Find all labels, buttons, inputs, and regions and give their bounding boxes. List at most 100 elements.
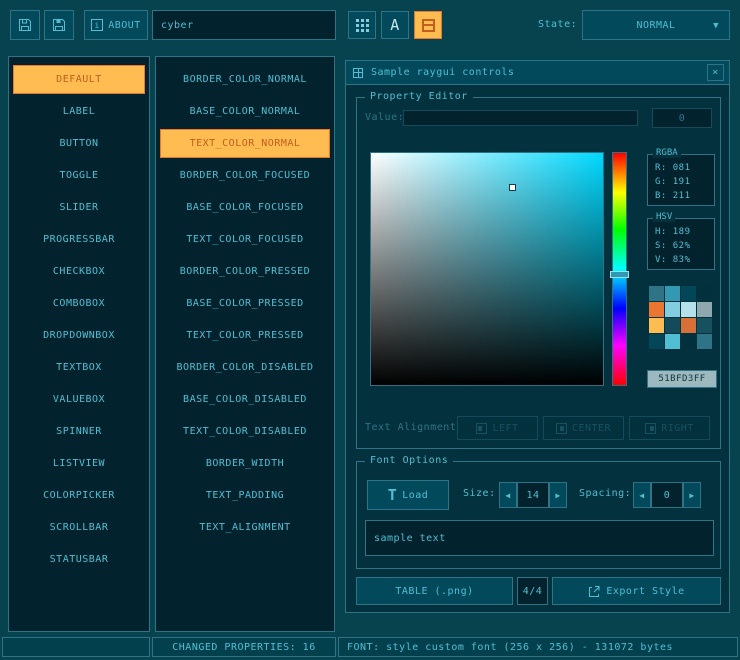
hue-bar[interactable] — [612, 152, 627, 386]
palette-swatch[interactable] — [681, 334, 696, 349]
page-indicator: 4/4 — [517, 577, 548, 605]
controls-item-valuebox[interactable]: VALUEBOX — [13, 385, 145, 414]
load-style-button[interactable] — [10, 10, 40, 40]
property-item-border-color-normal[interactable]: BORDER_COLOR_NORMAL — [160, 65, 330, 94]
save-style-button[interactable] — [44, 10, 74, 40]
statusbar-left — [2, 637, 150, 657]
property-item-text-alignment[interactable]: TEXT_ALIGNMENT — [160, 513, 330, 542]
align-left-label: LEFT — [492, 423, 518, 434]
controls-item-button[interactable]: BUTTON — [13, 129, 145, 158]
property-item-text-padding[interactable]: TEXT_PADDING — [160, 481, 330, 510]
palette-swatch[interactable] — [665, 302, 680, 317]
property-item-text-color-focused[interactable]: TEXT_COLOR_FOCUSED — [160, 225, 330, 254]
value-box[interactable]: 0 — [652, 108, 712, 128]
export-style-button[interactable]: Export Style — [552, 577, 721, 605]
property-item-border-color-focused[interactable]: BORDER_COLOR_FOCUSED — [160, 161, 330, 190]
property-item-border-color-pressed[interactable]: BORDER_COLOR_PRESSED — [160, 257, 330, 286]
hex-value-box[interactable]: 51BFD3FF — [647, 370, 717, 388]
rgba-group: RGBA R: 081 G: 191 B: 211 — [647, 154, 715, 206]
align-center-label: CENTER — [572, 423, 611, 434]
about-button-label: ABOUT — [108, 20, 141, 31]
size-decrease-button[interactable]: ◀ — [499, 482, 517, 508]
hsv-v-value: V: 83% — [648, 253, 714, 267]
palette-swatch[interactable] — [681, 286, 696, 301]
palette-swatch[interactable] — [697, 302, 712, 317]
rgba-g-value: G: 191 — [648, 175, 714, 189]
rgba-b-value: B: 211 — [648, 189, 714, 203]
property-item-base-color-focused[interactable]: BASE_COLOR_FOCUSED — [160, 193, 330, 222]
floppy-open-icon — [17, 17, 33, 33]
palette-swatch[interactable] — [681, 302, 696, 317]
align-left-button[interactable]: LEFT — [457, 416, 538, 440]
font-options-group: Font Options T Load Size: ◀ 14 ▶ Spacing… — [356, 461, 721, 569]
controls-item-statusbar[interactable]: STATUSBAR — [13, 545, 145, 574]
palette-swatch[interactable] — [681, 318, 696, 333]
align-right-button[interactable]: RIGHT — [629, 416, 710, 440]
color-gradient[interactable] — [370, 152, 604, 386]
grid-icon — [356, 19, 369, 32]
palette-swatch[interactable] — [665, 318, 680, 333]
window-close-button[interactable]: × — [707, 64, 724, 81]
palette-swatch[interactable] — [697, 318, 712, 333]
controls-item-listview[interactable]: LISTVIEW — [13, 449, 145, 478]
controls-item-checkbox[interactable]: CHECKBOX — [13, 257, 145, 286]
palette-swatch[interactable] — [697, 286, 712, 301]
style-table-icon — [422, 19, 435, 32]
controls-item-combobox[interactable]: COMBOBOX — [13, 289, 145, 318]
style-table-button[interactable] — [414, 11, 442, 39]
controls-item-scrollbar[interactable]: SCROLLBAR — [13, 513, 145, 542]
controls-item-spinner[interactable]: SPINNER — [13, 417, 145, 446]
controls-item-slider[interactable]: SLIDER — [13, 193, 145, 222]
controls-item-label[interactable]: LABEL — [13, 97, 145, 126]
font-options-title: Font Options — [365, 455, 453, 466]
export-style-label: Export Style — [606, 586, 684, 597]
style-palette — [649, 286, 713, 349]
color-selector[interactable] — [509, 184, 516, 191]
palette-swatch[interactable] — [649, 286, 664, 301]
palette-swatch[interactable] — [649, 318, 664, 333]
controls-item-textbox[interactable]: TEXTBOX — [13, 353, 145, 382]
font-atlas-button[interactable]: A — [381, 11, 409, 39]
sample-text-input[interactable] — [365, 520, 714, 556]
rguistyler-window: i ABOUT A State: NORMAL ▼ DEFAULT LABEL … — [0, 0, 740, 660]
property-item-text-color-normal[interactable]: TEXT_COLOR_NORMAL — [160, 129, 330, 158]
property-item-base-color-pressed[interactable]: BASE_COLOR_PRESSED — [160, 289, 330, 318]
controls-view-button[interactable] — [348, 11, 376, 39]
value-label: Value: — [365, 112, 404, 123]
palette-swatch[interactable] — [649, 302, 664, 317]
font-load-button[interactable]: T Load — [367, 480, 449, 510]
palette-swatch[interactable] — [665, 286, 680, 301]
property-item-border-width[interactable]: BORDER_WIDTH — [160, 449, 330, 478]
state-dropdown[interactable]: NORMAL ▼ — [582, 10, 730, 40]
style-name-input[interactable] — [152, 10, 336, 40]
controls-item-colorpicker[interactable]: COLORPICKER — [13, 481, 145, 510]
palette-swatch[interactable] — [665, 334, 680, 349]
spacing-value-box[interactable]: 0 — [651, 482, 683, 508]
property-item-base-color-disabled[interactable]: BASE_COLOR_DISABLED — [160, 385, 330, 414]
property-item-border-color-disabled[interactable]: BORDER_COLOR_DISABLED — [160, 353, 330, 382]
spacing-increase-button[interactable]: ▶ — [683, 482, 701, 508]
property-item-text-color-disabled[interactable]: TEXT_COLOR_DISABLED — [160, 417, 330, 446]
hue-handle[interactable] — [610, 271, 629, 278]
controls-item-toggle[interactable]: TOGGLE — [13, 161, 145, 190]
align-center-icon — [556, 423, 567, 434]
value-slider[interactable] — [403, 110, 638, 126]
property-item-base-color-normal[interactable]: BASE_COLOR_NORMAL — [160, 97, 330, 126]
controls-item-default[interactable]: DEFAULT — [13, 65, 145, 94]
spacing-decrease-button[interactable]: ◀ — [633, 482, 651, 508]
palette-swatch[interactable] — [649, 334, 664, 349]
controls-item-dropdownbox[interactable]: DROPDOWNBOX — [13, 321, 145, 350]
table-png-button[interactable]: TABLE (.png) — [356, 577, 513, 605]
size-increase-button[interactable]: ▶ — [549, 482, 567, 508]
window-icon — [353, 68, 363, 78]
align-center-button[interactable]: CENTER — [543, 416, 624, 440]
property-item-text-color-pressed[interactable]: TEXT_COLOR_PRESSED — [160, 321, 330, 350]
size-value-box[interactable]: 14 — [517, 482, 549, 508]
chevron-down-icon: ▼ — [713, 21, 719, 31]
palette-swatch[interactable] — [697, 334, 712, 349]
window-titlebar[interactable]: Sample raygui controls × — [346, 61, 729, 85]
about-button[interactable]: i ABOUT — [84, 10, 148, 40]
controls-list-panel: DEFAULT LABEL BUTTON TOGGLE SLIDER PROGR… — [8, 56, 150, 632]
align-right-label: RIGHT — [661, 423, 694, 434]
controls-item-progressbar[interactable]: PROGRESSBAR — [13, 225, 145, 254]
